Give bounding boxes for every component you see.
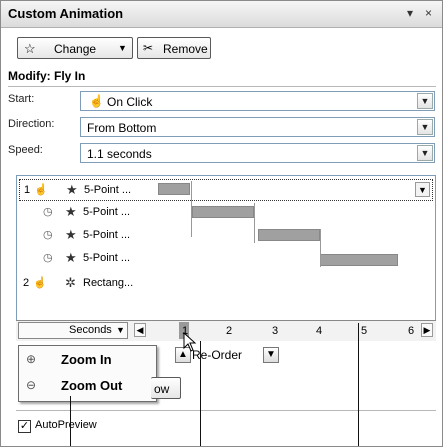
guide-line [70, 396, 71, 446]
clock-icon: ◷ [43, 206, 53, 218]
change-button[interactable]: ☆ Change ▼ [17, 37, 133, 59]
star-effect-icon: ★ [66, 182, 78, 197]
clock-icon: ◷ [43, 229, 53, 241]
zoom-out-label: Zoom Out [61, 378, 123, 393]
autopreview-checkbox[interactable]: ✓ [18, 420, 31, 433]
direction-select[interactable]: From Bottom ▼ [80, 117, 435, 137]
start-value: On Click [107, 95, 153, 109]
zoom-out-icon: ⊖ [26, 378, 37, 392]
timing-bar[interactable] [258, 229, 320, 241]
star-effect-icon: ★ [65, 204, 77, 219]
scroll-left-icon[interactable]: ◀ [134, 323, 146, 337]
clock-icon: ◷ [43, 252, 53, 264]
start-select[interactable]: ☝ On Click ▼ [80, 91, 435, 111]
slide-show-button[interactable]: ow [151, 377, 181, 399]
tick-label: 3 [272, 325, 279, 337]
list-item[interactable]: 1 ☝ ★ 5-Point ... ▼ [19, 179, 433, 201]
zoom-in-menu-item[interactable]: ⊕ Zoom In [19, 347, 156, 373]
pane-titlebar: Custom Animation ▾ × [1, 1, 442, 28]
star-effect-icon: ★ [65, 227, 77, 242]
move-down-icon[interactable]: ▼ [263, 347, 279, 363]
modify-heading: Modify: Fly In [8, 69, 86, 83]
scroll-right-icon[interactable]: ▶ [421, 323, 433, 337]
shape-effect-icon: ✲ [65, 275, 76, 290]
slide-show-button-label: ow [154, 382, 170, 396]
list-item-name: 5-Point ... [84, 184, 132, 196]
timing-guide [191, 181, 192, 237]
star-effect-icon: ★ [65, 250, 77, 265]
seconds-label: Seconds [69, 324, 112, 336]
divider [16, 410, 436, 411]
list-item[interactable]: 2 ☝ ✲ Rectang... [19, 273, 433, 295]
timing-guide [320, 229, 321, 267]
custom-animation-pane: Custom Animation ▾ × ☆ Change ▼ ✂ Remove… [0, 0, 443, 447]
divider [8, 86, 436, 87]
speed-label: Speed: [8, 144, 43, 156]
timeline-ruler: Seconds ▼ ◀ 1 2 3 4 5 6 ▶ [16, 320, 436, 341]
direction-label: Direction: [8, 118, 55, 130]
seconds-button[interactable]: Seconds ▼ [18, 322, 128, 339]
speed-value: 1.1 seconds [87, 147, 152, 161]
timing-bar[interactable] [192, 206, 254, 218]
close-icon[interactable]: × [425, 6, 432, 20]
list-item-number: 1 [24, 184, 31, 196]
tick-label: 6 [408, 325, 415, 337]
remove-button-label: Remove [163, 42, 208, 56]
chevron-down-icon[interactable]: ▼ [417, 145, 433, 161]
list-item-name: 5-Point ... [83, 206, 131, 218]
speed-select[interactable]: 1.1 seconds ▼ [80, 143, 435, 163]
list-item-name: 5-Point ... [83, 252, 131, 264]
tick-label: 5 [361, 325, 368, 337]
zoom-in-label: Zoom In [61, 352, 112, 367]
mouse-click-icon: ☝ [34, 184, 48, 196]
zoom-out-menu-item[interactable]: ⊖ Zoom Out [19, 373, 156, 399]
autopreview-label: AutoPreview [35, 419, 97, 431]
remove-effect-icon: ✂ [143, 41, 154, 55]
chevron-down-icon: ▼ [116, 325, 125, 335]
list-item-name: 5-Point ... [83, 229, 131, 241]
tick-label: 4 [316, 325, 323, 337]
list-item-name: Rectang... [83, 277, 134, 289]
guide-line [358, 323, 359, 446]
direction-value: From Bottom [87, 121, 157, 135]
start-label: Start: [8, 93, 35, 105]
mouse-pointer-icon [183, 332, 197, 352]
mouse-click-icon: ☝ [33, 277, 47, 289]
chevron-down-icon[interactable]: ▼ [417, 119, 433, 135]
tick-label: 2 [226, 325, 233, 337]
timing-guide [254, 203, 255, 243]
chevron-down-icon[interactable]: ▼ [415, 182, 430, 197]
mouse-click-icon: ☝ [89, 94, 104, 108]
guide-line [200, 341, 201, 446]
change-button-label: Change [54, 42, 97, 56]
zoom-menu: ⊕ Zoom In ⊖ Zoom Out [18, 345, 157, 402]
chevron-down-icon[interactable]: ▼ [417, 93, 433, 109]
chevron-down-icon: ▼ [118, 43, 127, 53]
timing-bar[interactable] [320, 254, 398, 266]
timing-bar[interactable] [158, 183, 190, 195]
add-effect-star-icon: ☆ [24, 41, 36, 56]
pane-title: Custom Animation [8, 6, 124, 21]
list-item-number: 2 [23, 277, 30, 289]
list-item[interactable]: ◷ ★ 5-Point ... [19, 225, 433, 247]
pane-menu-arrow-icon[interactable]: ▾ [407, 6, 413, 20]
zoom-in-icon: ⊕ [26, 352, 37, 366]
remove-button[interactable]: ✂ Remove [137, 37, 211, 59]
